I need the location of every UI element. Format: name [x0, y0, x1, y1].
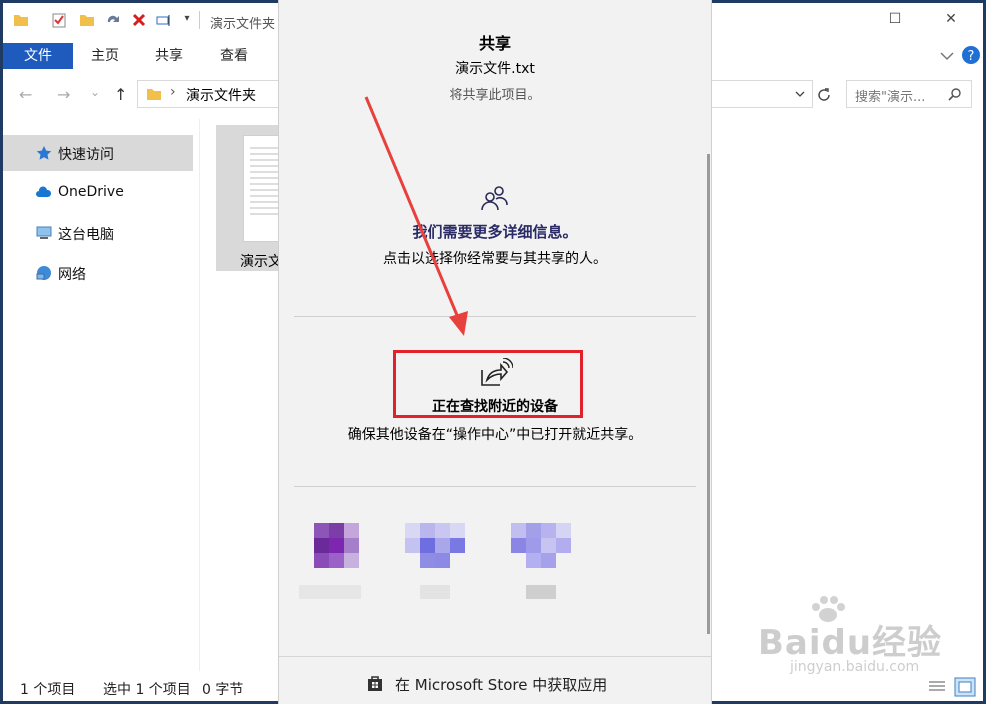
maximize-icon[interactable]: ☐: [885, 9, 905, 29]
new-folder-icon[interactable]: [79, 12, 95, 28]
address-path-text: 演示文件夹: [186, 88, 256, 104]
app-tile-blurred[interactable]: [511, 523, 573, 613]
properties-icon[interactable]: [51, 12, 67, 28]
navigation-pane: 快速访问 OneDrive 这台电脑 网络: [3, 129, 199, 669]
app-tile-blurred[interactable]: [405, 523, 467, 613]
section-divider: [294, 316, 696, 317]
share-subtitle: 将共享此项目。: [449, 88, 541, 103]
recent-locations-icon[interactable]: ⌄: [90, 85, 100, 99]
rename-icon[interactable]: [156, 12, 172, 28]
people-description[interactable]: 点击以选择你经常要与其共享的人。: [279, 248, 711, 268]
tab-file[interactable]: 文件: [3, 43, 73, 69]
microsoft-store-link[interactable]: 在 Microsoft Store 中获取应用: [395, 674, 607, 695]
search-icon[interactable]: [948, 87, 962, 101]
sidebar-item-network[interactable]: 网络: [3, 255, 193, 291]
watermark-brand: Baidu经验: [758, 623, 943, 663]
nearby-share-icon[interactable]: [479, 358, 513, 388]
share-panel: 共享 演示文件.txt 将共享此项目。 我们需要更多详细信息。 点击以选择你经常…: [278, 0, 712, 704]
customize-toolbar-chevron-icon[interactable]: ▾: [177, 9, 197, 29]
star-icon: [36, 146, 52, 160]
close-icon[interactable]: ✕: [941, 9, 961, 29]
network-icon: [36, 266, 51, 280]
item-count: 1 个项目: [20, 682, 76, 698]
tab-home[interactable]: 主页: [91, 43, 119, 69]
delete-icon[interactable]: [131, 12, 147, 28]
panel-scrollbar[interactable]: [707, 154, 710, 634]
path-chevron-icon[interactable]: ›: [170, 84, 176, 100]
forward-icon[interactable]: →: [57, 85, 70, 104]
section-divider: [294, 486, 696, 487]
help-icon[interactable]: ?: [961, 45, 981, 65]
svg-text:?: ?: [968, 49, 975, 64]
sidebar-item-label: 快速访问: [58, 147, 114, 163]
search-input[interactable]: 搜索"演示...: [846, 80, 972, 108]
sidebar-item-quick-access[interactable]: 快速访问: [3, 135, 193, 171]
tab-view[interactable]: 查看: [220, 43, 248, 69]
watermark-site: jingyan.baidu.com: [790, 659, 920, 675]
pane-divider: [199, 119, 200, 671]
folder-icon: [147, 89, 161, 100]
people-heading[interactable]: 我们需要更多详细信息。: [279, 221, 711, 242]
folder-icon[interactable]: [13, 12, 29, 28]
computer-icon: [36, 226, 52, 239]
shared-file-name: 演示文件.txt: [455, 61, 535, 77]
share-title: 共享: [478, 34, 511, 53]
file-item[interactable]: 演示文: [216, 125, 285, 271]
redo-icon[interactable]: [105, 12, 121, 28]
people-icon[interactable]: [479, 183, 509, 213]
file-name: 演示文: [240, 254, 282, 270]
nearby-description: 确保其他设备在“操作中心”中已打开就近共享。: [347, 427, 643, 443]
sidebar-item-onedrive[interactable]: OneDrive: [3, 175, 193, 211]
sidebar-item-label: 这台电脑: [58, 227, 114, 243]
nearby-heading: 正在查找附近的设备: [432, 399, 558, 415]
sidebar-item-this-pc[interactable]: 这台电脑: [3, 215, 193, 251]
refresh-icon[interactable]: [816, 87, 832, 103]
selection-size: 0 字节: [202, 682, 244, 698]
watermark: Baidu经验 jingyan.baidu.com: [750, 595, 980, 685]
address-dropdown-chevron-icon[interactable]: [794, 88, 806, 100]
app-tile-blurred[interactable]: [299, 523, 361, 613]
footer-divider: [279, 656, 711, 657]
window-title: 演示文件夹: [210, 17, 276, 32]
up-icon[interactable]: ↑: [114, 85, 127, 104]
sidebar-item-label: 网络: [58, 267, 86, 283]
tab-share[interactable]: 共享: [155, 43, 183, 69]
sidebar-item-label: OneDrive: [58, 184, 124, 200]
store-bag-icon[interactable]: [366, 674, 384, 692]
title-separator: [199, 11, 200, 29]
selection-count: 选中 1 个项目: [103, 682, 191, 698]
cloud-icon: [36, 186, 52, 197]
search-placeholder: 搜索"演示...: [855, 90, 926, 105]
ribbon-expand-chevron-icon[interactable]: [937, 45, 957, 65]
back-icon[interactable]: ←: [19, 85, 32, 104]
